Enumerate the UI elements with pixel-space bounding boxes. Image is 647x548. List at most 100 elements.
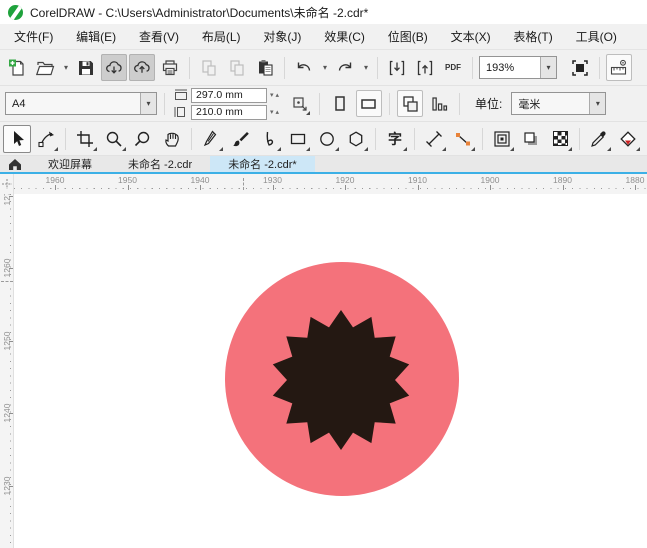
portrait-icon (335, 95, 345, 111)
open-button[interactable] (32, 54, 58, 81)
zoom-secondary-tool[interactable] (129, 125, 157, 153)
contour-tool[interactable] (488, 125, 516, 153)
text-tool[interactable]: 字 (381, 125, 409, 153)
paste-icon (259, 59, 273, 76)
interactive-fill-tool[interactable] (614, 125, 642, 153)
ruler-tick (635, 185, 636, 190)
full-screen-preview-button[interactable] (567, 54, 593, 81)
full-screen-icon (572, 59, 588, 76)
b-spline-tool[interactable] (255, 125, 283, 153)
pen-icon (203, 130, 217, 146)
home-icon (9, 158, 21, 170)
checkerboard-icon (552, 131, 568, 146)
rectangle-tool[interactable] (284, 125, 312, 153)
rectangle-icon (290, 133, 306, 144)
separator (189, 56, 190, 79)
menu-item-object[interactable]: 对象(J) (259, 26, 305, 47)
color-eyedropper-tool[interactable] (585, 125, 613, 153)
chevron-down-icon[interactable]: ▾ (589, 93, 606, 114)
page-width-spinners[interactable]: ▾▴ (270, 91, 281, 99)
redo-dropdown-icon[interactable]: ▾ (361, 63, 371, 72)
undo-dropdown-icon[interactable]: ▾ (320, 63, 330, 72)
chevron-down-icon[interactable]: ▾ (540, 57, 556, 78)
publish-pdf-button[interactable]: PDF (440, 54, 466, 81)
landscape-button[interactable] (356, 90, 383, 117)
cloud-upload-icon (134, 60, 150, 73)
page-height-spinners[interactable]: ▾▴ (270, 108, 281, 116)
tab-document-2-active[interactable]: 未命名 -2.cdr* (210, 156, 315, 172)
save-button[interactable] (73, 54, 99, 81)
menu-item-text[interactable]: 文本(X) (447, 26, 495, 47)
paintbrush-tool[interactable] (226, 125, 254, 153)
show-rulers-button[interactable] (606, 54, 632, 81)
portrait-button[interactable] (327, 90, 353, 117)
open-dropdown-icon[interactable]: ▾ (61, 63, 71, 72)
open-folder-icon (35, 61, 55, 75)
apply-to-current-page-button[interactable] (426, 90, 452, 117)
transparency-tool[interactable] (546, 125, 574, 153)
menu-item-view[interactable]: 查看(V) (135, 26, 183, 47)
new-document-button[interactable] (4, 54, 30, 81)
cloud-download-icon (106, 60, 122, 74)
import-button[interactable] (384, 54, 410, 81)
pen-tool[interactable] (197, 125, 225, 153)
landscape-icon (361, 98, 376, 109)
nudge-offset-button[interactable] (286, 90, 312, 117)
connector-tool[interactable] (449, 125, 477, 153)
undo-button[interactable] (291, 54, 317, 81)
menu-item-effects[interactable]: 效果(C) (320, 26, 369, 47)
ruler-label: 1900 (480, 175, 500, 185)
pick-tool[interactable] (3, 124, 31, 153)
tab-document-1[interactable]: 未命名 -2.cdr (110, 156, 210, 172)
page-width-input[interactable]: 297.0 mm (191, 87, 267, 103)
ruler-origin-icon[interactable] (0, 174, 14, 194)
units-label: 单位: (475, 97, 503, 111)
ruler-tick (490, 185, 491, 190)
shape-tool[interactable] (32, 125, 60, 153)
apply-to-all-pages-button[interactable] (397, 90, 424, 117)
coreldraw-logo-icon (8, 4, 23, 20)
tab-welcome-screen[interactable]: 欢迎屏幕 (30, 156, 110, 172)
horizontal-ruler[interactable]: 1960 1950 1940 1930 1920 1910 1900 1890 1880 (14, 174, 647, 194)
pan-tool[interactable] (158, 125, 186, 153)
property-bar: A4 ▾ 297.0 mm ▾▴ 210.0 mm ▾▴ 单位: 毫米 ▾ (0, 86, 647, 122)
contour-icon (494, 130, 510, 147)
vertical-ruler[interactable]: 1270 1260 1250 1240 1230 (0, 194, 14, 548)
menu-item-edit[interactable]: 编辑(E) (72, 26, 120, 47)
export-button[interactable] (412, 54, 438, 81)
zoom-level-combobox[interactable]: 193% ▾ (479, 56, 557, 79)
separator (599, 56, 600, 79)
ruler-tick (55, 185, 56, 190)
zoom-tool[interactable] (100, 125, 128, 153)
menu-item-table[interactable]: 表格(T) (509, 26, 556, 47)
chevron-down-icon[interactable]: ▾ (140, 93, 156, 114)
paste-button[interactable] (252, 54, 278, 81)
ruler-eye-icon (610, 59, 627, 75)
pick-icon (14, 130, 24, 146)
drop-shadow-tool[interactable] (517, 125, 545, 153)
smart-fill-tool[interactable] (643, 125, 647, 153)
page-size-combobox[interactable]: A4 ▾ (5, 92, 157, 115)
print-button[interactable] (157, 54, 183, 81)
home-tab[interactable] (0, 156, 30, 172)
separator (375, 127, 376, 150)
drawing-canvas[interactable] (14, 194, 647, 548)
menu-item-layout[interactable]: 布局(L) (198, 26, 245, 47)
units-combobox[interactable]: 毫米 ▾ (511, 92, 607, 115)
crop-tool[interactable] (71, 125, 99, 153)
fill-diamond-icon (620, 130, 636, 147)
ruler-tick (127, 185, 129, 190)
cloud-upload-button[interactable] (129, 54, 155, 81)
menu-item-tools[interactable]: 工具(O) (572, 26, 621, 47)
cloud-download-button[interactable] (101, 54, 127, 81)
menu-item-file[interactable]: 文件(F) (10, 26, 57, 47)
redo-button[interactable] (332, 54, 358, 81)
separator (482, 127, 483, 150)
ruler-label: 1950 (118, 175, 137, 185)
ellipse-tool[interactable] (313, 125, 341, 153)
polygon-tool[interactable] (342, 125, 370, 153)
dimension-tool[interactable] (420, 125, 448, 153)
page-height-input[interactable]: 210.0 mm (191, 104, 267, 120)
menu-item-bitmaps[interactable]: 位图(B) (384, 26, 432, 47)
copy-button-disabled (224, 54, 250, 81)
